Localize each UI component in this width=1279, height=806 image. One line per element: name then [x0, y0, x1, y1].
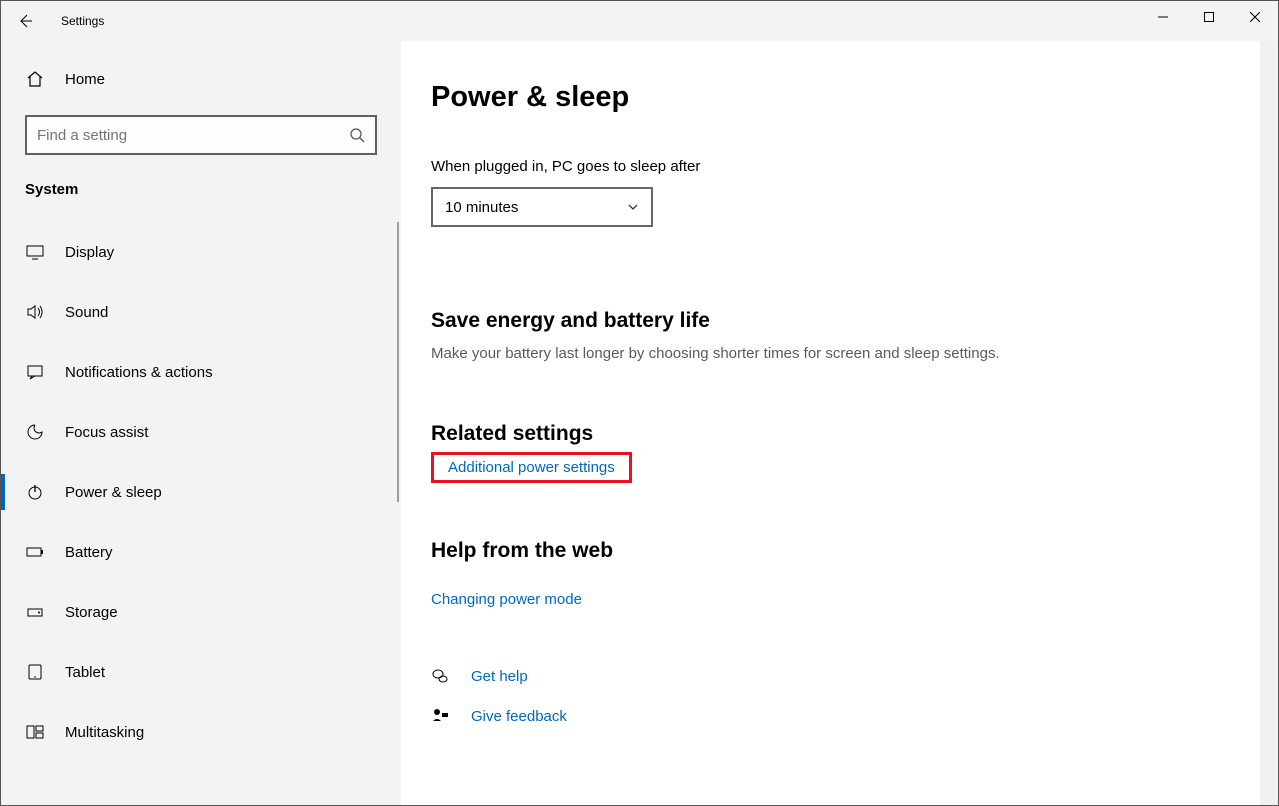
sidebar-item-label: Power & sleep: [65, 484, 162, 501]
minimize-button[interactable]: [1140, 1, 1186, 33]
main-content: Power & sleep When plugged in, PC goes t…: [401, 41, 1278, 805]
sleep-value: 10 minutes: [445, 199, 518, 216]
highlighted-link-box: Additional power settings: [431, 452, 632, 483]
home-icon: [25, 70, 45, 88]
sidebar-item-power-sleep[interactable]: Power & sleep: [1, 462, 393, 522]
multitasking-icon: [25, 723, 45, 741]
sidebar-item-tablet[interactable]: Tablet: [1, 642, 393, 702]
focus-assist-icon: [25, 423, 45, 441]
tablet-icon: [25, 663, 45, 681]
energy-desc: Make your battery last longer by choosin…: [431, 345, 1248, 362]
sidebar-item-label: Display: [65, 244, 114, 261]
storage-icon: [25, 603, 45, 621]
home-label: Home: [65, 71, 105, 88]
sidebar-item-label: Multitasking: [65, 724, 144, 741]
window-title: Settings: [61, 14, 104, 28]
sidebar-item-sound[interactable]: Sound: [1, 282, 393, 342]
close-icon: [1250, 12, 1260, 22]
sidebar-item-storage[interactable]: Storage: [1, 582, 393, 642]
window-controls: [1140, 1, 1278, 33]
sidebar: Home System Display Sound: [1, 41, 401, 805]
chevron-down-icon: [627, 201, 639, 213]
sidebar-item-notifications[interactable]: Notifications & actions: [1, 342, 393, 402]
search-field[interactable]: [37, 127, 349, 144]
display-icon: [25, 243, 45, 261]
maximize-button[interactable]: [1186, 1, 1232, 33]
page-title: Power & sleep: [431, 81, 1248, 114]
sleep-dropdown[interactable]: 10 minutes: [431, 187, 653, 227]
give-feedback-row[interactable]: Give feedback: [431, 696, 1248, 736]
sidebar-item-label: Notifications & actions: [65, 364, 213, 381]
battery-icon: [25, 543, 45, 561]
notifications-icon: [25, 363, 45, 381]
arrow-left-icon: [17, 13, 33, 29]
sidebar-item-label: Tablet: [65, 664, 105, 681]
energy-heading: Save energy and battery life: [431, 309, 1248, 333]
minimize-icon: [1158, 12, 1168, 22]
sidebar-item-battery[interactable]: Battery: [1, 522, 393, 582]
sidebar-item-display[interactable]: Display: [1, 222, 393, 282]
sidebar-item-label: Storage: [65, 604, 118, 621]
sound-icon: [25, 303, 45, 321]
search-icon: [349, 127, 365, 143]
related-heading: Related settings: [431, 422, 1248, 446]
get-help-row[interactable]: Get help: [431, 656, 1248, 696]
feedback-icon: [431, 707, 449, 725]
sidebar-item-label: Focus assist: [65, 424, 148, 441]
maximize-icon: [1204, 12, 1214, 22]
get-help-link[interactable]: Get help: [471, 668, 528, 685]
sidebar-item-multitasking[interactable]: Multitasking: [1, 702, 393, 762]
back-button[interactable]: [1, 1, 49, 41]
give-feedback-link[interactable]: Give feedback: [471, 708, 567, 725]
home-nav[interactable]: Home: [1, 51, 401, 107]
sidebar-item-label: Sound: [65, 304, 108, 321]
sidebar-item-focus-assist[interactable]: Focus assist: [1, 402, 393, 462]
get-help-icon: [431, 667, 449, 685]
titlebar: Settings: [1, 1, 1278, 41]
additional-power-settings-link[interactable]: Additional power settings: [448, 459, 615, 476]
sleep-label: When plugged in, PC goes to sleep after: [431, 158, 1248, 175]
help-heading: Help from the web: [431, 539, 1248, 563]
close-button[interactable]: [1232, 1, 1278, 33]
search-input[interactable]: [25, 115, 377, 155]
category-heading: System: [1, 173, 401, 222]
sidebar-scrollbar[interactable]: [397, 222, 399, 502]
changing-power-mode-link[interactable]: Changing power mode: [431, 591, 1248, 608]
sidebar-item-label: Battery: [65, 544, 113, 561]
power-icon: [25, 483, 45, 501]
main-scrollbar[interactable]: [1260, 41, 1278, 805]
